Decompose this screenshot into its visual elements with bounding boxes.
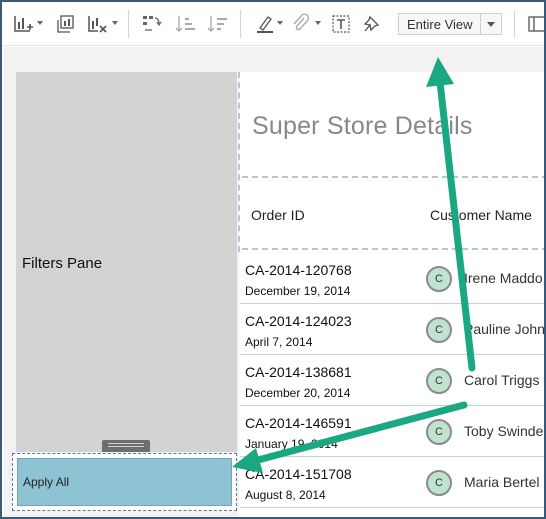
order-table: CA-2014-120768 December 19, 2014 C Irene… <box>240 253 546 508</box>
customer-name: Pauline John <box>464 321 545 337</box>
sort-ascending-icon[interactable] <box>174 13 196 35</box>
order-date: December 20, 2014 <box>245 386 351 400</box>
table-row[interactable]: CA-2014-151708 August 8, 2014 C Maria Be… <box>240 457 544 508</box>
group-icon[interactable] <box>290 13 312 35</box>
order-date: December 19, 2014 <box>245 284 351 298</box>
toolbar-divider <box>128 10 129 38</box>
table-row[interactable]: CA-2014-138681 December 20, 2014 C Carol… <box>240 355 544 406</box>
fit-view-value: Entire View <box>407 16 473 32</box>
duplicate-sheet-icon[interactable] <box>54 13 76 35</box>
chevron-down-icon[interactable] <box>37 21 43 25</box>
highlight-icon[interactable] <box>254 13 276 35</box>
toolbar: Entire View <box>2 2 544 46</box>
customer-avatar: C <box>426 266 452 292</box>
customer-name: Irene Maddo <box>464 270 543 286</box>
pin-icon[interactable] <box>360 13 382 35</box>
apply-all-button[interactable]: Apply All <box>17 458 232 506</box>
layout-divider <box>238 72 240 252</box>
app-window: Entire View Filters Pane Apply All Super… <box>0 0 546 519</box>
customer-name: Carol Triggs <box>464 372 540 388</box>
show-cards-icon[interactable] <box>526 13 544 35</box>
clear-sheet-icon[interactable] <box>86 13 108 35</box>
order-date: April 7, 2014 <box>245 335 313 349</box>
filters-pane-label: Filters Pane <box>22 255 103 272</box>
column-header-customer-name[interactable]: Customer Name <box>430 207 532 223</box>
chevron-down-icon[interactable] <box>277 21 283 25</box>
table-row[interactable]: CA-2014-120768 December 19, 2014 C Irene… <box>240 253 544 304</box>
customer-name: Maria Bertel <box>464 474 540 490</box>
toolbar-divider <box>514 10 515 38</box>
order-id: CA-2014-138681 <box>245 364 352 380</box>
customer-avatar: C <box>426 419 452 445</box>
customer-avatar: C <box>426 317 452 343</box>
apply-all-container: Apply All <box>12 453 237 511</box>
table-row[interactable]: CA-2014-124023 April 7, 2014 C Pauline J… <box>240 304 545 355</box>
table-row[interactable]: CA-2014-146591 January 19, 2014 C Toby S… <box>240 406 546 457</box>
swap-icon[interactable] <box>140 13 162 35</box>
fit-view-select[interactable]: Entire View <box>398 13 502 35</box>
chevron-down-icon[interactable] <box>112 21 118 25</box>
order-id: CA-2014-124023 <box>245 313 352 329</box>
order-id: CA-2014-120768 <box>245 262 352 278</box>
show-labels-icon[interactable] <box>330 13 352 35</box>
chevron-down-icon <box>481 21 501 27</box>
order-date: August 8, 2014 <box>245 488 326 502</box>
column-header-order-id[interactable]: Order ID <box>251 207 305 223</box>
order-id: CA-2014-146591 <box>245 415 352 431</box>
order-date: January 19, 2014 <box>245 437 338 451</box>
page-title: Super Store Details <box>252 112 473 140</box>
customer-name: Toby Swindel <box>464 423 546 439</box>
customer-avatar: C <box>426 470 452 496</box>
customer-avatar: C <box>426 368 452 394</box>
order-id: CA-2014-151708 <box>245 466 352 482</box>
resize-handle[interactable] <box>102 440 150 452</box>
add-chart-icon[interactable] <box>12 13 34 35</box>
sort-descending-icon[interactable] <box>206 13 228 35</box>
toolbar-divider <box>240 10 241 38</box>
chevron-down-icon[interactable] <box>315 21 321 25</box>
